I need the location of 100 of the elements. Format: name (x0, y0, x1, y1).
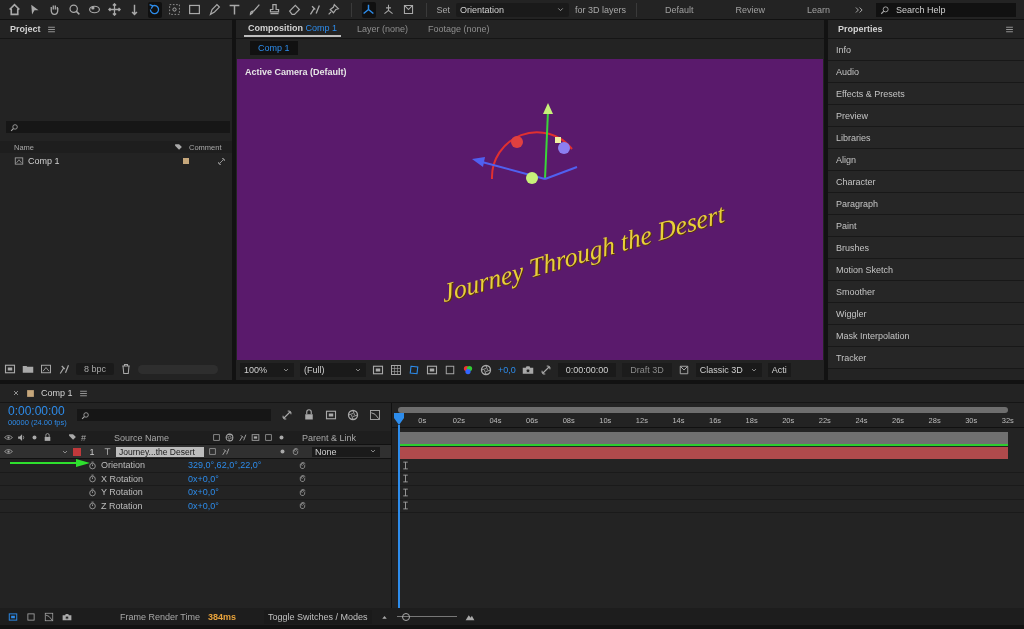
timeline-tab[interactable]: Comp 1 (41, 388, 73, 398)
anchor-tool[interactable] (167, 1, 182, 18)
rotate-tool[interactable] (147, 1, 162, 18)
camera-label: Active Camera (Default) (245, 67, 347, 77)
transparency-grid-icon[interactable] (390, 364, 402, 376)
zoom-icon (68, 3, 82, 16)
orientation-dropdown[interactable]: Orientation (456, 2, 570, 17)
layer-search-field[interactable] (76, 409, 271, 421)
column-header: Parent & Link (302, 432, 357, 443)
3d-layer-icon (278, 447, 287, 456)
anchor-icon (167, 3, 181, 16)
bit-depth-button[interactable]: 8 bpc (76, 363, 115, 375)
eye-icon[interactable] (4, 447, 13, 456)
label-color-chip[interactable] (73, 447, 81, 456)
playhead-handle[interactable] (394, 413, 404, 425)
solo-icon (30, 433, 39, 442)
roto-icon (307, 3, 321, 16)
for-3d-layers-label: for 3D layers (575, 4, 627, 15)
stopwatch-icon[interactable] (88, 474, 97, 484)
folder-icon[interactable] (22, 363, 34, 375)
layer-name[interactable]: Journey...the Desert (116, 446, 204, 457)
property-value[interactable]: 0x+0,0° (188, 473, 298, 484)
frame-blending-icon[interactable] (324, 409, 337, 421)
column-header: Source Name (114, 432, 171, 443)
workspace-tab[interactable]: Review (717, 4, 783, 15)
menu-icon[interactable] (1005, 24, 1014, 34)
property-name: Z Rotation (101, 500, 143, 511)
exposure-icon[interactable] (480, 364, 492, 376)
timecode-field[interactable]: 0:00:00:00 (557, 363, 617, 377)
3d-view-icon[interactable] (677, 364, 690, 376)
eraser-icon (287, 3, 301, 16)
panel-title: Properties (838, 24, 883, 34)
panel-tab[interactable]: Layer (none) (353, 22, 413, 36)
pin-icon (327, 3, 341, 16)
workspace-tab[interactable]: Learn (789, 4, 849, 15)
keyframe-marker-icon (401, 474, 410, 484)
workspace-tab[interactable]: Default (646, 4, 712, 15)
eye-icon (4, 433, 13, 442)
color-channels-icon[interactable] (462, 364, 474, 376)
column-header: # (81, 432, 86, 443)
brush-icon (247, 3, 261, 16)
local-axis-tool[interactable] (361, 1, 376, 18)
layer-switches-icon[interactable] (8, 611, 18, 622)
search-help-field[interactable]: Search Help (876, 2, 1017, 17)
stopwatch-icon[interactable] (88, 487, 97, 497)
composition-subtab[interactable]: Comp 1 (250, 41, 298, 55)
property-value[interactable]: 0x+0,0° (188, 500, 298, 511)
search-icon (10, 122, 19, 132)
camera-icon[interactable] (521, 364, 534, 376)
zoom-dropdown[interactable]: 100% (240, 363, 294, 377)
caret-icon (354, 366, 362, 374)
layer-row[interactable]: 1 Journey...the Desert None (0, 445, 391, 459)
pan-icon (108, 3, 122, 16)
render-time-label: Frame Render Time (120, 611, 201, 622)
interpret-footage-icon[interactable] (4, 363, 16, 375)
trash-icon[interactable] (120, 363, 133, 375)
graph-editor-icon[interactable] (368, 409, 381, 421)
safe-area-icon[interactable] (426, 364, 438, 376)
stopwatch-icon[interactable] (88, 460, 97, 470)
caret-icon (556, 5, 566, 14)
property-value[interactable]: 329,0°,62,0°,22,0° (188, 460, 298, 471)
search-icon (80, 410, 90, 420)
close-icon[interactable] (12, 389, 20, 397)
more-workspaces-icon[interactable] (854, 4, 865, 15)
exposure-value[interactable]: +0,0 (498, 365, 516, 375)
stopwatch-icon[interactable] (88, 501, 97, 511)
panel-tab[interactable]: Composition Comp 1 (244, 21, 342, 37)
renderer-dropdown[interactable]: Classic 3D (695, 363, 762, 377)
menu-icon[interactable] (46, 24, 56, 34)
pen-tool[interactable] (207, 1, 222, 18)
view-dropdown[interactable]: Acti (767, 363, 791, 377)
3d-icon (277, 433, 286, 442)
keyframe-marker-icon (401, 487, 410, 497)
home-tool[interactable] (8, 1, 22, 18)
zoom-tool[interactable] (67, 1, 82, 18)
text-layer: Journey Through the Desert (440, 198, 727, 310)
rect-icon (187, 3, 201, 16)
text-layer-icon (103, 447, 112, 456)
label-swatch-icon (26, 388, 35, 398)
layer-number: 1 (88, 446, 96, 457)
resolution-dropdown[interactable]: (Full) (300, 363, 366, 377)
pen-icon (207, 3, 221, 16)
pan-tool[interactable] (107, 1, 122, 18)
caret-icon (282, 366, 290, 374)
panel-tab[interactable]: Footage (none) (424, 22, 494, 36)
parent-dropdown[interactable]: None (312, 446, 380, 457)
project-search-field[interactable] (6, 121, 230, 133)
mask-path-icon[interactable] (408, 364, 420, 376)
local-axis-icon (362, 3, 376, 16)
current-time[interactable]: 0:00:00:00 (8, 403, 67, 418)
render-time-value: 384ms (208, 611, 237, 622)
new-composition-icon[interactable] (40, 363, 52, 375)
snapshot-region-icon[interactable] (372, 364, 384, 376)
property-value[interactable]: 0x+0,0° (188, 487, 298, 498)
project-item[interactable]: Comp 1 (0, 155, 232, 167)
menu-icon[interactable] (78, 388, 88, 398)
grid-guides-icon[interactable] (444, 364, 456, 376)
composition-icon (14, 156, 24, 166)
property-name: Y Rotation (101, 487, 143, 498)
property-name: X Rotation (101, 473, 144, 484)
